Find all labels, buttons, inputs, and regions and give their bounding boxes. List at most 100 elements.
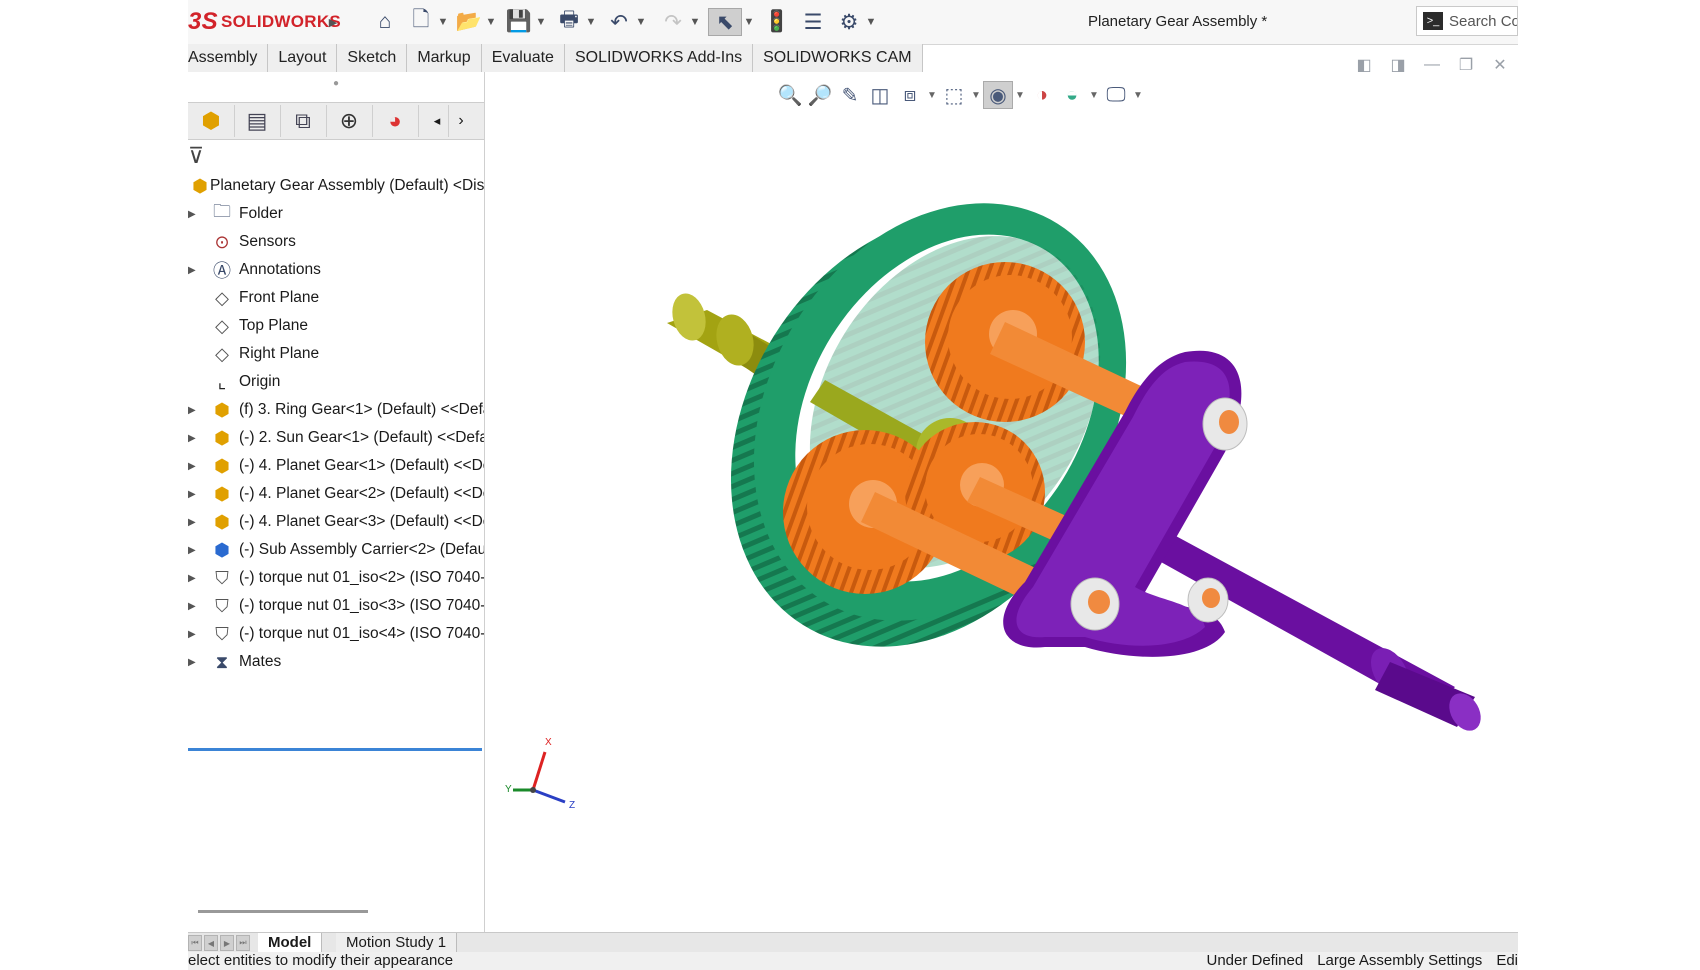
select-pointer-icon[interactable]: ⬉ xyxy=(708,8,742,36)
print-dropdown-icon[interactable]: ▼ xyxy=(584,8,598,36)
status-under-defined[interactable]: Under Defined xyxy=(1206,952,1303,970)
expand-arrow-icon[interactable]: ▶ xyxy=(188,517,200,528)
panel-horizontal-scrollbar[interactable] xyxy=(198,910,368,913)
new-dropdown-icon[interactable]: ▼ xyxy=(436,8,450,36)
tree-item-label: Folder xyxy=(239,205,283,222)
tree-item[interactable]: ▶ ⬢ (-) 4. Planet Gear<3> (Default) <<De xyxy=(188,508,484,536)
expand-arrow-icon[interactable]: ▶ xyxy=(188,573,200,584)
expand-arrow-icon[interactable]: ▶ xyxy=(188,433,200,444)
filter-icon[interactable]: ⊽ xyxy=(188,142,224,170)
rebuild-traffic-light-icon[interactable]: 🚦 xyxy=(762,8,792,36)
tree-item-label: Origin xyxy=(239,373,281,390)
menu-expand-icon[interactable]: ▶ xyxy=(326,8,340,36)
torque-nut-3[interactable] xyxy=(1187,577,1229,623)
tree-item[interactable]: ▶ ⧗ Mates xyxy=(188,648,484,676)
first-tab-icon[interactable]: ⏮ xyxy=(188,935,202,951)
tab-model[interactable]: Model xyxy=(258,933,323,953)
dimxpert-tab-icon[interactable]: ⊕ xyxy=(326,105,373,137)
undo-icon[interactable]: ↶ xyxy=(604,8,634,36)
tree-item[interactable]: ▶ ⛉ (-) torque nut 01_iso<2> (ISO 7040-I xyxy=(188,564,484,592)
tree-item[interactable]: ▶ ⬢ (-) 2. Sun Gear<1> (Default) <<Defa xyxy=(188,424,484,452)
expand-arrow-icon[interactable]: ▶ xyxy=(188,629,200,640)
select-dropdown-icon[interactable]: ▼ xyxy=(742,8,756,36)
tab-cam[interactable]: SOLIDWORKS CAM xyxy=(753,44,923,72)
expand-arrow-icon[interactable]: ▶ xyxy=(188,405,200,416)
feature-manager-tab-icon[interactable]: ⬢ xyxy=(188,105,235,137)
file-properties-icon[interactable]: ☰ xyxy=(798,8,828,36)
open-icon[interactable]: 📂 xyxy=(454,8,484,36)
tree-root[interactable]: ⬢ Planetary Gear Assembly (Default) <Dis… xyxy=(188,172,484,200)
tab-layout[interactable]: Layout xyxy=(268,44,338,72)
tree-item[interactable]: ⊙ Sensors xyxy=(188,228,484,256)
last-tab-icon[interactable]: ⏭ xyxy=(236,935,250,951)
tree-item[interactable]: ▶ ⛉ (-) torque nut 01_iso<3> (ISO 7040-I xyxy=(188,592,484,620)
tab-motion-study[interactable]: Motion Study 1 xyxy=(336,933,458,953)
tree-item[interactable]: ▶ Ⓐ Annotations xyxy=(188,256,484,284)
torque-nut-1[interactable] xyxy=(1202,397,1248,451)
property-manager-tab-icon[interactable]: ▤ xyxy=(234,105,281,137)
redo-icon[interactable]: ↷ xyxy=(658,8,688,36)
tree-root-label: Planetary Gear Assembly (Default) <Disp xyxy=(210,177,484,194)
tabs-scroll-left-icon[interactable]: ◂ xyxy=(426,105,449,137)
expand-arrow-icon[interactable]: ▶ xyxy=(188,657,200,668)
tree-item[interactable]: ▶ ⬢ (-) Sub Assembly Carrier<2> (Defaul xyxy=(188,536,484,564)
options-gear-icon[interactable]: ⚙ xyxy=(834,8,864,36)
nut-icon: ⛉ xyxy=(215,595,229,616)
tree-item-label: (-) torque nut 01_iso<2> (ISO 7040-I xyxy=(239,569,484,586)
options-dropdown-icon[interactable]: ▼ xyxy=(864,8,878,36)
tree-item[interactable]: ⌞ Origin xyxy=(188,368,484,396)
tree-item[interactable]: ◇ Top Plane xyxy=(188,312,484,340)
status-bar: elect entities to modify their appearanc… xyxy=(188,952,1518,970)
tree-item[interactable]: ◇ Front Plane xyxy=(188,284,484,312)
expand-arrow-icon[interactable]: ▶ xyxy=(188,461,200,472)
assembly-icon: ⬢ xyxy=(192,175,208,196)
tree-item[interactable]: ▶ ⬢ (-) 4. Planet Gear<1> (Default) <<De xyxy=(188,452,484,480)
tree-item[interactable]: ▶ 🗀 Folder xyxy=(188,200,484,228)
expand-arrow-icon[interactable]: ▶ xyxy=(188,545,200,556)
graphics-area[interactable]: 🔍 🔎 ✎ ◫ ⧈ ▼ ⬚ ▼ ◉ ▼ ◑ ◒ ▼ 🖵 ▼ X Y Z xyxy=(485,72,1518,932)
tree-item[interactable]: ▶ ⬢ (f) 3. Ring Gear<1> (Default) <<Defa xyxy=(188,396,484,424)
tree-item[interactable]: ▶ ⛉ (-) torque nut 01_iso<4> (ISO 7040-I xyxy=(188,620,484,648)
title-toolbar: 3S SOLIDWORKS ▶ ⌂ 🗋 ▼ 📂 ▼ 💾 ▼ 🖶 ▼ ↶ ▼ ↷ … xyxy=(188,0,1518,45)
triad-x-label: X xyxy=(545,737,552,748)
tree-item[interactable]: ▶ ⬢ (-) 4. Planet Gear<2> (Default) <<De xyxy=(188,480,484,508)
expand-arrow-icon[interactable]: ▶ xyxy=(188,209,200,220)
home-icon[interactable]: ⌂ xyxy=(370,8,400,36)
status-large-assembly[interactable]: Large Assembly Settings xyxy=(1317,952,1482,970)
model-canvas[interactable] xyxy=(485,72,1518,932)
save-icon[interactable]: 💾 xyxy=(504,8,534,36)
solidworks-window: 3S SOLIDWORKS ▶ ⌂ 🗋 ▼ 📂 ▼ 💾 ▼ 🖶 ▼ ↶ ▼ ↷ … xyxy=(188,0,1518,970)
next-tab-icon[interactable]: ▶ xyxy=(220,935,234,951)
open-dropdown-icon[interactable]: ▼ xyxy=(484,8,498,36)
display-manager-tab-icon[interactable]: ◕ xyxy=(372,105,419,137)
tab-assembly[interactable]: Assembly xyxy=(188,44,269,72)
tab-evaluate[interactable]: Evaluate xyxy=(481,44,565,72)
panel-grip[interactable]: ● xyxy=(188,78,484,92)
solidworks-logo[interactable]: 3S SOLIDWORKS xyxy=(188,8,341,36)
torque-nut-2[interactable] xyxy=(1070,577,1120,631)
prev-tab-icon[interactable]: ◀ xyxy=(204,935,218,951)
tab-addins[interactable]: SOLIDWORKS Add-Ins xyxy=(564,44,754,72)
tabs-scroll-right-icon[interactable]: › xyxy=(450,105,472,137)
tree-item[interactable]: ◇ Right Plane xyxy=(188,340,484,368)
origin-icon: ⌞ xyxy=(217,371,227,392)
nut-icon: ⛉ xyxy=(215,567,229,588)
expand-arrow-icon[interactable]: ▶ xyxy=(188,265,200,276)
annotation-icon: Ⓐ xyxy=(213,261,231,281)
search-commands-input[interactable]: >_ Search Cor xyxy=(1416,6,1518,36)
save-dropdown-icon[interactable]: ▼ xyxy=(534,8,548,36)
new-document-icon[interactable]: 🗋 xyxy=(406,8,436,36)
redo-dropdown-icon[interactable]: ▼ xyxy=(688,8,702,36)
rollback-bar[interactable] xyxy=(188,748,482,751)
subassembly-icon: ⬢ xyxy=(214,539,230,560)
tree-item-label: (-) torque nut 01_iso<3> (ISO 7040-I xyxy=(239,597,484,614)
print-icon[interactable]: 🖶 xyxy=(554,8,584,36)
tab-sketch[interactable]: Sketch xyxy=(337,44,408,72)
status-edit[interactable]: Edi xyxy=(1496,952,1518,970)
undo-dropdown-icon[interactable]: ▼ xyxy=(634,8,648,36)
tab-markup[interactable]: Markup xyxy=(407,44,482,72)
configuration-manager-tab-icon[interactable]: ⧉ xyxy=(280,105,327,137)
expand-arrow-icon[interactable]: ▶ xyxy=(188,601,200,612)
part-icon: ⬢ xyxy=(214,455,230,476)
expand-arrow-icon[interactable]: ▶ xyxy=(188,489,200,500)
